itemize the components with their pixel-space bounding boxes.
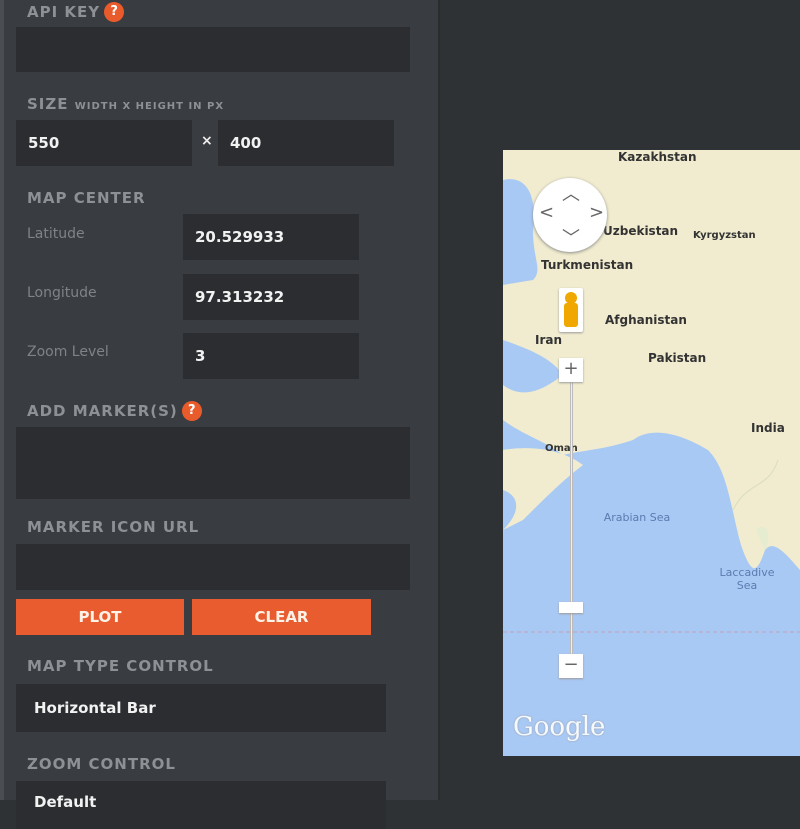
longitude-input[interactable]: 97.313232: [183, 274, 359, 320]
zoom-slider-track[interactable]: [570, 380, 573, 660]
height-input[interactable]: 400: [218, 120, 394, 166]
markers-textarea[interactable]: [16, 427, 410, 499]
marker-icon-url-label: MARKER ICON URL: [27, 518, 200, 536]
map-label: Afghanistan: [605, 313, 687, 327]
sea-label: Arabian Sea: [603, 511, 671, 524]
pan-right-icon[interactable]: >: [589, 202, 604, 223]
longitude-label: Longitude: [27, 285, 97, 301]
map-label: Kazakhstan: [618, 150, 697, 164]
pan-left-icon[interactable]: <: [539, 202, 554, 223]
latitude-input[interactable]: 20.529933: [183, 214, 359, 260]
help-icon[interactable]: ?: [181, 401, 202, 421]
google-logo: Google: [513, 712, 606, 742]
map-preview[interactable]: Kazakhstan Uzbekistan Kyrgyzstan Turkmen…: [503, 150, 800, 756]
map-label: Turkmenistan: [541, 258, 634, 272]
zoom-control-label: ZOOM CONTROL: [27, 755, 176, 773]
api-key-label: API KEY?: [27, 2, 125, 22]
map-type-control-select[interactable]: Horizontal Bar: [16, 684, 386, 732]
clear-button[interactable]: CLEAR: [192, 599, 371, 635]
width-input[interactable]: 550: [16, 120, 192, 166]
map-label: Iran: [535, 333, 563, 347]
zoom-in-button[interactable]: +: [559, 358, 583, 382]
pan-up-icon[interactable]: ︿: [562, 180, 580, 206]
api-key-input[interactable]: [16, 27, 410, 72]
size-separator: ×: [201, 133, 213, 149]
zoom-control-select[interactable]: Default: [16, 781, 386, 829]
help-icon[interactable]: ?: [104, 2, 125, 22]
marker-icon-url-input[interactable]: [16, 544, 410, 590]
sea-label: Laccadive Sea: [719, 566, 775, 592]
map-label: Uzbekistan: [603, 224, 679, 238]
map-center-label: MAP CENTER: [27, 189, 146, 207]
zoom-level-label: Zoom Level: [27, 344, 109, 360]
size-label: SIZE WIDTH X HEIGHT IN PX: [27, 95, 225, 113]
street-view-pegman-icon[interactable]: [559, 288, 583, 332]
zoom-out-button[interactable]: −: [559, 654, 583, 678]
map-label: Kyrgyzstan: [693, 230, 756, 241]
map-type-control-label: MAP TYPE CONTROL: [27, 657, 214, 675]
zoom-slider-handle[interactable]: [559, 602, 583, 613]
pan-down-icon[interactable]: ﹀: [562, 224, 580, 250]
pan-control[interactable]: ︿ ﹀ < >: [533, 178, 607, 252]
plot-button[interactable]: PLOT: [16, 599, 184, 635]
settings-panel: API KEY? SIZE WIDTH X HEIGHT IN PX 550 ×…: [0, 0, 440, 829]
latitude-label: Latitude: [27, 226, 85, 242]
markers-label: ADD MARKER(S)?: [27, 401, 202, 421]
map-label: India: [751, 421, 785, 435]
map-label: Pakistan: [648, 351, 707, 365]
zoom-level-input[interactable]: 3: [183, 333, 359, 379]
